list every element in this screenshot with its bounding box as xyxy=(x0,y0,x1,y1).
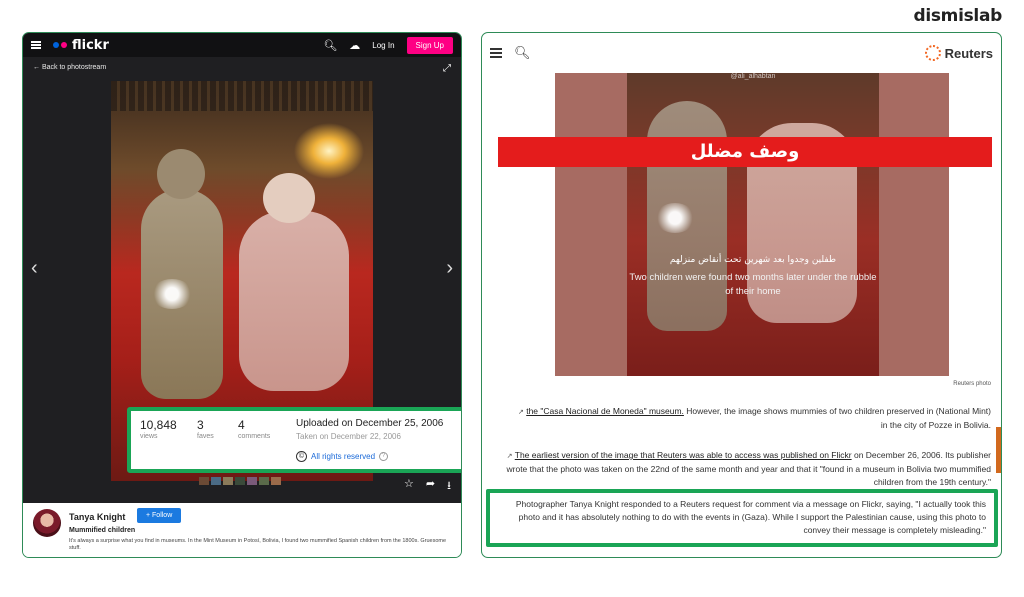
star-icon[interactable]: ☆ xyxy=(404,477,414,496)
upload-date: Uploaded on December 25, 2006 xyxy=(296,418,444,429)
comments-count: 4 xyxy=(238,418,245,432)
social-post-image: @ali_alhabtan طفلين وجدوا بعد شهرين تحت … xyxy=(555,73,949,376)
flickr-logo[interactable]: flickr xyxy=(53,38,109,53)
author-section: Tanya Knight + Follow Mummified children… xyxy=(23,503,461,557)
views-stat: 10,848 views xyxy=(140,418,177,440)
reuters-screenshot: 🔍︎ Reuters @ali_alhabtan طفلين وجدوا بعد… xyxy=(481,32,1002,558)
rights-label: All rights reserved xyxy=(311,452,376,461)
photo-title: Mummified children xyxy=(69,527,136,534)
logo-dot-blue xyxy=(53,42,59,48)
faves-stat: 3 faves xyxy=(197,418,214,440)
photo-description: It's always a surprise what you find in … xyxy=(69,538,447,551)
menu-icon[interactable] xyxy=(31,41,41,49)
external-link-icon: ↗ xyxy=(517,409,524,416)
reuters-logo-mark-icon xyxy=(924,45,941,61)
photo-stats-highlight: 10,848 views 3 faves 4 comments Uploaded… xyxy=(127,407,461,473)
share-icon[interactable]: ➦ xyxy=(426,477,435,496)
photo-credit: Reuters photo xyxy=(953,381,991,387)
follow-button[interactable]: + Follow xyxy=(137,508,182,523)
avatar[interactable] xyxy=(33,509,61,537)
comments-label: comments xyxy=(238,433,271,440)
photographer-quote: Photographer Tanya Knight responded to a… xyxy=(515,499,986,535)
back-to-photostream-link[interactable]: ← Back to photostream xyxy=(33,64,106,71)
thumbnail[interactable] xyxy=(271,477,281,485)
thumbnail[interactable] xyxy=(259,477,269,485)
search-icon[interactable]: 🔍︎ xyxy=(323,39,337,52)
blurred-region xyxy=(151,279,193,309)
next-photo-icon[interactable]: › xyxy=(446,257,453,280)
thumbnail[interactable] xyxy=(223,477,233,485)
paragraph-text: However, the image shows mummies of two … xyxy=(683,406,991,430)
misleading-banner: وصف مضلل xyxy=(498,137,992,167)
expand-icon[interactable]: ⤢ xyxy=(443,63,451,74)
post-handle: @ali_alhabtan xyxy=(730,73,776,80)
dismislab-logo: dismislab xyxy=(913,6,1002,26)
comments-stat: 4 comments xyxy=(238,418,270,440)
faves-count: 3 xyxy=(197,418,204,432)
search-icon[interactable]: 🔍︎ xyxy=(514,45,531,61)
mummy-right xyxy=(239,173,349,391)
article-paragraph: ↗ the "Casa Nacional de Moneda" museum. … xyxy=(511,405,991,432)
article-paragraph: ↗ The earliest version of the image that… xyxy=(491,449,992,487)
thumbnail[interactable] xyxy=(235,477,245,485)
reuters-logo-text: Reuters xyxy=(944,45,993,61)
upload-cloud-icon[interactable]: ☁ xyxy=(349,39,360,52)
post-photo: @ali_alhabtan xyxy=(627,73,879,376)
photographer-quote-highlight: Photographer Tanya Knight responded to a… xyxy=(486,489,998,547)
flickr-link[interactable]: The earliest version of the image that R… xyxy=(515,450,852,460)
thumbnail[interactable] xyxy=(247,477,257,485)
photostream-thumbnails xyxy=(199,477,281,485)
photo-actions: ☆ ➦ ⭳ xyxy=(404,477,451,496)
signup-button[interactable]: Sign Up xyxy=(406,36,453,54)
flickr-logo-text: flickr xyxy=(72,37,109,53)
flickr-header: flickr 🔍︎ ☁ Log In Sign Up xyxy=(23,33,461,57)
external-link-icon: ↗ xyxy=(506,453,513,460)
login-link[interactable]: Log In xyxy=(372,41,394,50)
views-label: views xyxy=(140,433,158,440)
author-name[interactable]: Tanya Knight xyxy=(69,512,125,522)
taken-date: Taken on December 22, 2006 xyxy=(296,432,401,441)
reuters-header: 🔍︎ Reuters xyxy=(482,33,1001,73)
thumbnail[interactable] xyxy=(211,477,221,485)
photo-frame-top xyxy=(111,81,373,111)
blurred-region xyxy=(655,203,695,233)
help-icon[interactable]: ? xyxy=(379,452,389,461)
reuters-logo[interactable]: Reuters xyxy=(924,45,993,61)
faves-label: faves xyxy=(197,433,214,440)
copyright-icon: © xyxy=(296,451,307,462)
museum-link[interactable]: the "Casa Nacional de Moneda" museum. xyxy=(526,406,684,416)
thumbnail[interactable] xyxy=(199,477,209,485)
logo-dot-pink xyxy=(61,42,67,48)
menu-icon[interactable] xyxy=(490,48,502,58)
english-caption: Two children were found two months later… xyxy=(629,272,877,297)
views-count: 10,848 xyxy=(140,418,177,432)
back-label: Back to photostream xyxy=(41,64,107,71)
arabic-caption: طفلين وجدوا بعد شهرين تحت أنقاض منزلهم xyxy=(669,255,837,265)
previous-photo-icon[interactable]: ‹ xyxy=(31,257,38,280)
download-icon[interactable]: ⭳ xyxy=(447,477,451,496)
scrollbar[interactable] xyxy=(996,427,1001,473)
flickr-screenshot: flickr 🔍︎ ☁ Log In Sign Up ← Back to pho… xyxy=(22,32,462,558)
comparison-graphic: dismislab flickr 🔍︎ ☁ Log In Sign Up ← B… xyxy=(0,0,1024,597)
rights-link[interactable]: © All rights reserved ? xyxy=(296,451,389,462)
